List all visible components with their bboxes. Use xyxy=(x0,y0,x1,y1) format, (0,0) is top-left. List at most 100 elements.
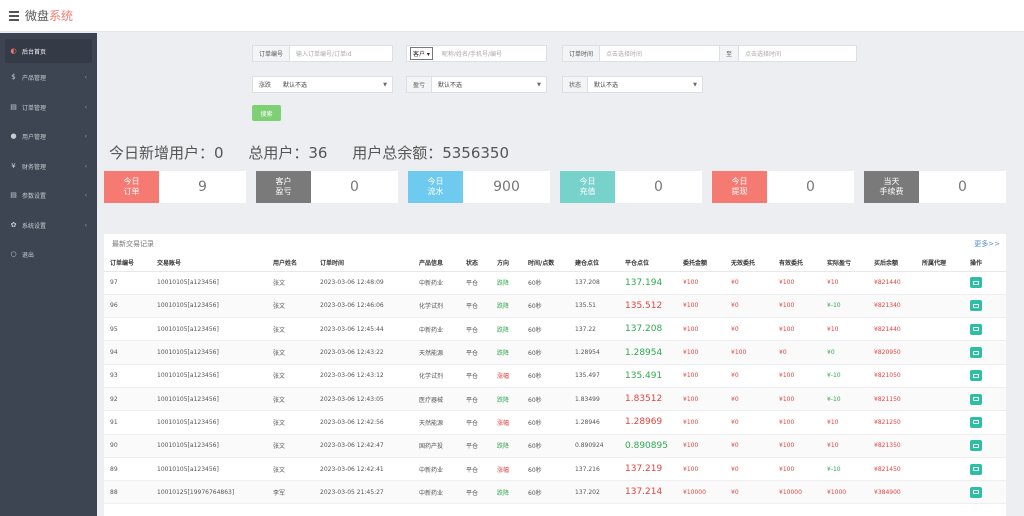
status-select[interactable]: 状态 默认不选 ▼ xyxy=(562,76,703,93)
table-cell: 1.28969 xyxy=(619,410,677,435)
view-detail-button[interactable] xyxy=(970,416,982,428)
table-cell: 张文 xyxy=(267,294,314,319)
view-detail-button[interactable] xyxy=(970,277,982,289)
order-time-start[interactable]: 订单时间 点击选择时间 xyxy=(562,45,720,62)
sidebar-item-icon: ¥ xyxy=(11,161,16,170)
view-detail-button[interactable] xyxy=(970,370,982,382)
sidebar-item-6[interactable]: ✿ 系统设置 ‹ xyxy=(0,211,97,241)
table-cell: 137.208 xyxy=(569,271,619,295)
view-detail-button[interactable] xyxy=(970,463,982,475)
more-link[interactable]: 更多>> xyxy=(974,239,1000,249)
table-cell: 60秒 xyxy=(522,434,569,458)
view-detail-button[interactable] xyxy=(970,323,982,335)
table-cell: 0.890895 xyxy=(619,434,677,458)
table-cell: 中新药业 xyxy=(413,317,460,342)
sidebar-item-icon: ○ xyxy=(10,250,17,259)
table-cell xyxy=(964,340,1006,365)
sidebar-item-7[interactable]: ○ 退出 xyxy=(0,240,97,270)
sidebar-item-5[interactable]: ▤ 参数设置 ‹ xyxy=(0,181,97,211)
order-no-filter[interactable]: 订单编号 输入订单编号/订单id xyxy=(252,45,393,62)
menu-toggle-icon[interactable] xyxy=(9,9,19,23)
table-cell: 中新药业 xyxy=(413,480,460,505)
column-header: 所属代理 xyxy=(916,254,964,272)
table-cell: ¥100 xyxy=(677,271,725,295)
table-cell xyxy=(964,480,1006,505)
stat-card-value: 0 xyxy=(654,179,663,195)
sidebar-item-1[interactable]: $ 产品管理 ‹ xyxy=(0,63,97,93)
table-cell xyxy=(964,387,1006,412)
table-cell: 涨幅 xyxy=(491,410,522,435)
table-cell: 91 xyxy=(104,410,151,435)
table-cell: 60秒 xyxy=(522,364,569,388)
table-cell: 张文 xyxy=(267,387,314,412)
sidebar-item-0[interactable]: ◐ 后台首页 xyxy=(5,39,92,63)
table-row: 95 10010105[a123456] 张文 2023-03-06 12:45:44… xyxy=(104,317,1006,342)
stat-card-value: 0 xyxy=(350,179,359,195)
table-cell: 2023-03-06 12:46:06 xyxy=(314,294,413,319)
stat-card: 今日 订单 9 xyxy=(104,171,246,203)
table-cell: 医疗器械 xyxy=(413,387,460,412)
table-cell: 张文 xyxy=(267,317,314,342)
table-cell: ¥0 xyxy=(725,457,773,482)
chevron-down-icon: ▼ xyxy=(693,81,697,88)
stat-card-tag: 今日 订单 xyxy=(104,171,159,203)
table-cell: 张文 xyxy=(267,457,314,482)
table-cell xyxy=(964,457,1006,482)
view-detail-button[interactable] xyxy=(970,486,982,498)
profit-select[interactable]: 盈亏 默认不选 ▼ xyxy=(406,76,547,93)
search-button[interactable]: 搜索 xyxy=(252,105,281,121)
view-detail-button[interactable] xyxy=(970,300,982,312)
table-cell: 平仓 xyxy=(460,317,491,342)
table-cell xyxy=(964,271,1006,295)
table-row: 89 10010105[a123456] 张文 2023-03-06 12:42:41… xyxy=(104,457,1006,482)
table-cell xyxy=(916,317,964,342)
sidebar-item-label: 财务管理 xyxy=(22,163,47,171)
today-new-users: 今日新增用户：0 xyxy=(109,144,224,162)
table-cell xyxy=(916,387,964,412)
table-cell: 跌降 xyxy=(491,434,522,458)
table-cell: 135.512 xyxy=(619,294,677,319)
table-cell: ¥10 xyxy=(821,434,868,458)
detail-icon xyxy=(973,327,979,332)
table-cell: 10010105[a123456] xyxy=(151,294,267,319)
table-cell: 60秒 xyxy=(522,457,569,482)
stat-card-value: 0 xyxy=(958,179,967,195)
table-cell: 中新药业 xyxy=(413,457,460,482)
view-detail-button[interactable] xyxy=(970,393,982,405)
table-cell: 平仓 xyxy=(460,434,491,458)
table-cell: 10010105[a123456] xyxy=(151,364,267,388)
table-cell: ¥100 xyxy=(677,364,725,388)
table-cell: 10010105[a123456] xyxy=(151,434,267,458)
sidebar-item-icon: ● xyxy=(10,132,17,141)
sidebar-item-4[interactable]: ¥ 财务管理 ‹ xyxy=(0,152,97,182)
view-detail-button[interactable] xyxy=(970,440,982,452)
sidebar-item-3[interactable]: ● 用户管理 ‹ xyxy=(0,122,97,152)
order-time-end[interactable]: 至 点击选择时间 xyxy=(720,45,857,62)
table-cell: ¥100 xyxy=(725,340,773,365)
table-cell: ¥10 xyxy=(821,271,868,295)
column-header: 买后余额 xyxy=(868,254,916,272)
sidebar-item-icon: $ xyxy=(11,73,16,82)
column-header: 交易账号 xyxy=(151,254,267,272)
table-cell: 60秒 xyxy=(522,294,569,319)
table-cell: 国药产投 xyxy=(413,434,460,458)
table-cell: 2023-03-06 12:48:09 xyxy=(314,271,413,295)
table-cell: 95 xyxy=(104,317,151,342)
customer-filter[interactable]: 客户 ▾ 昵称/姓名/手机号/编号 xyxy=(406,45,547,62)
table-cell: ¥821250 xyxy=(868,410,916,435)
table-row: 91 10010105[a123456] 张文 2023-03-06 12:42:56… xyxy=(104,410,1006,435)
table-cell: ¥384900 xyxy=(868,480,916,505)
table-cell: 135.51 xyxy=(569,294,619,319)
table-cell: ¥821350 xyxy=(868,434,916,458)
table-cell xyxy=(916,457,964,482)
table-cell: ¥-10 xyxy=(821,387,868,412)
table-cell: 跌降 xyxy=(491,480,522,505)
table-cell: ¥100 xyxy=(773,457,821,482)
table-cell: ¥0 xyxy=(725,317,773,342)
sidebar-item-2[interactable]: ▤ 订单管理 ‹ xyxy=(0,93,97,123)
view-detail-button[interactable] xyxy=(970,347,982,359)
stat-card: 今日 提现 0 xyxy=(712,171,854,203)
customer-type-select[interactable]: 客户 ▾ xyxy=(410,47,433,60)
direction-select[interactable]: 涨跌 默认不选 ▼ xyxy=(252,76,393,93)
stat-card-value: 9 xyxy=(198,179,207,195)
